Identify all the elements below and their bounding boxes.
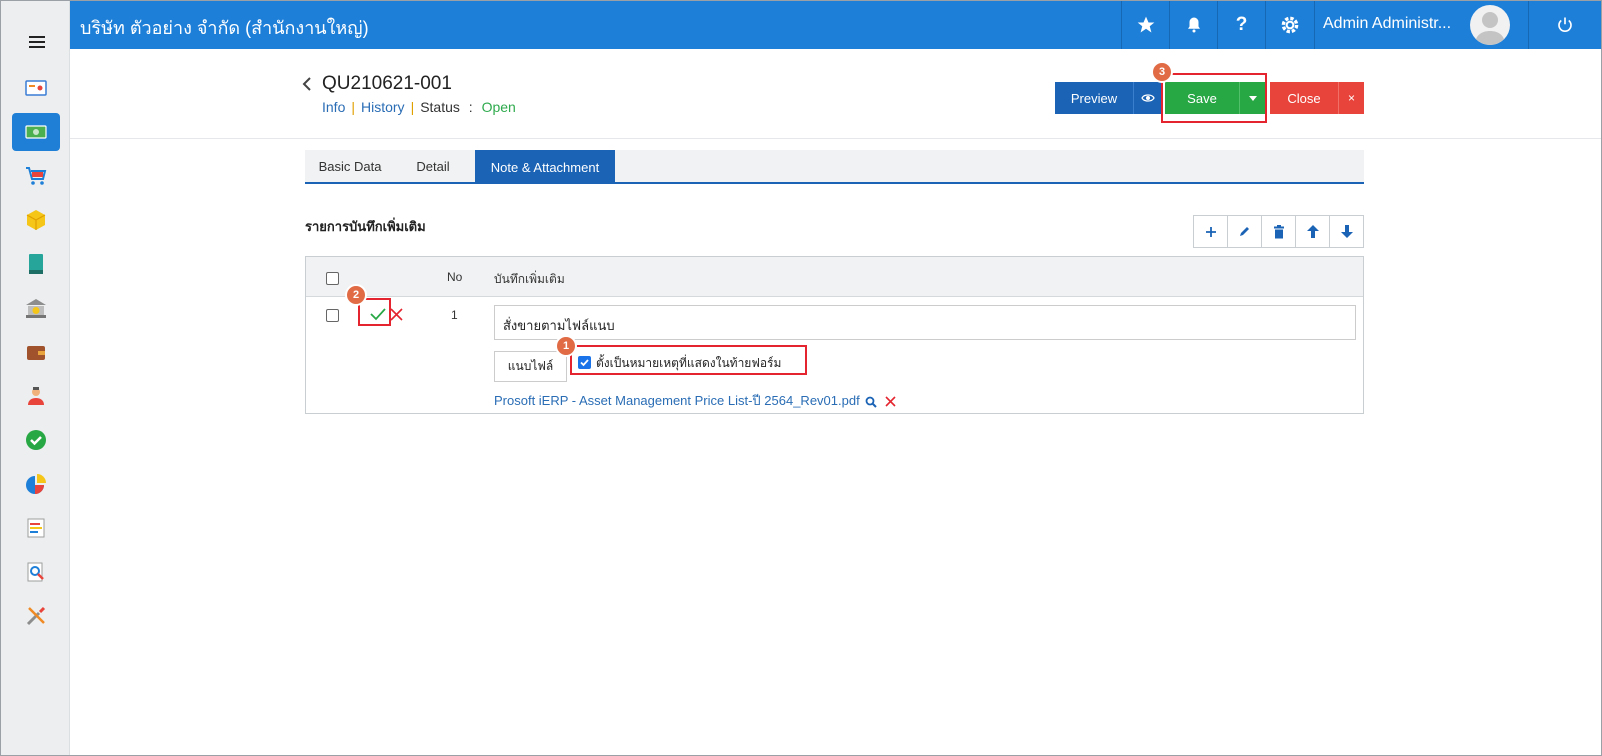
edit-icon[interactable]	[1228, 216, 1262, 247]
save-highlight-box	[1161, 73, 1267, 123]
row-no: 1	[451, 308, 458, 322]
search-icon[interactable]	[865, 396, 878, 408]
check-icon[interactable]	[12, 421, 60, 459]
cancel-x-icon[interactable]	[390, 308, 403, 321]
step-badge-3: 3	[1151, 61, 1173, 83]
add-icon[interactable]	[1194, 216, 1228, 247]
bank-icon[interactable]	[12, 289, 60, 327]
sidebar	[1, 1, 70, 755]
document-meta: Info | History | Status : Open	[322, 99, 516, 115]
status-label: Status	[420, 99, 460, 115]
delete-icon[interactable]	[1262, 216, 1296, 247]
document-number: QU210621-001	[322, 73, 452, 94]
close-x-button[interactable]: ×	[1338, 82, 1364, 114]
header-no: No	[447, 270, 463, 284]
pie-chart-icon[interactable]	[12, 465, 60, 503]
book-icon[interactable]	[12, 245, 60, 283]
file-name[interactable]: Prosoft iERP - Asset Management Price Li…	[494, 393, 860, 408]
move-up-icon[interactable]	[1296, 216, 1330, 247]
grid-header: No บันทึกเพิ่มเติม	[306, 257, 1363, 297]
hamburger-menu-icon[interactable]	[29, 36, 45, 48]
tab-detail[interactable]: Detail	[395, 150, 471, 182]
tab-basic-data[interactable]: Basic Data	[305, 150, 395, 182]
report-icon[interactable]	[12, 509, 60, 547]
power-icon[interactable]	[1528, 1, 1601, 49]
eye-icon[interactable]	[1133, 82, 1161, 114]
people-icon[interactable]	[12, 377, 60, 415]
status-value: Open	[481, 99, 516, 115]
top-bar: บริษัท ตัวอย่าง จำกัด (สำนักงานใหญ่) ? A…	[70, 1, 1601, 49]
remark-highlight-box	[570, 345, 807, 375]
back-chevron-icon[interactable]	[300, 76, 314, 92]
tab-bar: Basic Data Detail Note & Attachment	[305, 150, 1364, 184]
wallet-icon[interactable]	[12, 333, 60, 371]
cart-icon[interactable]	[12, 157, 60, 195]
gear-icon[interactable]	[1265, 1, 1313, 49]
history-link[interactable]: History	[361, 99, 405, 115]
company-name: บริษัท ตัวอย่าง จำกัด (สำนักงานใหญ่)	[80, 18, 369, 38]
close-button[interactable]: Close	[1270, 82, 1338, 114]
user-name: Admin Administr...	[1323, 15, 1452, 32]
step-badge-1: 1	[555, 335, 577, 357]
bell-icon[interactable]	[1169, 1, 1217, 49]
section-title: รายการบันทึกเพิ่มเติม	[305, 219, 426, 234]
money-icon[interactable]	[12, 113, 60, 151]
help-icon[interactable]: ?	[1217, 1, 1265, 49]
avatar[interactable]	[1470, 5, 1510, 45]
header-note: บันทึกเพิ่มเติม	[494, 272, 565, 286]
select-all-checkbox[interactable]	[326, 272, 339, 285]
row-checkbox[interactable]	[326, 309, 339, 322]
user-menu[interactable]: Admin Administr...	[1314, 1, 1528, 49]
search-doc-icon[interactable]	[12, 553, 60, 591]
move-down-icon[interactable]	[1330, 216, 1363, 247]
step-badge-2: 2	[345, 284, 367, 306]
tab-note-attachment[interactable]: Note & Attachment	[475, 150, 615, 184]
attached-file-link: Prosoft iERP - Asset Management Price Li…	[494, 390, 896, 411]
dashboard-icon[interactable]	[12, 69, 60, 107]
remove-file-icon[interactable]	[885, 396, 896, 407]
attach-file-button[interactable]: แนบไฟล์	[494, 351, 567, 382]
notes-grid: No บันทึกเพิ่มเติม 1 สั่งขายตามไฟล์แนบ แ…	[305, 256, 1364, 414]
info-link[interactable]: Info	[322, 99, 345, 115]
grid-toolbar	[1193, 215, 1364, 248]
header-divider	[70, 138, 1601, 139]
status-colon: :	[468, 99, 473, 115]
note-input[interactable]: สั่งขายตามไฟล์แนบ	[494, 305, 1356, 340]
tools-icon[interactable]	[12, 597, 60, 635]
star-icon[interactable]	[1121, 1, 1169, 49]
preview-button[interactable]: Preview	[1055, 82, 1133, 114]
box-icon[interactable]	[12, 201, 60, 239]
